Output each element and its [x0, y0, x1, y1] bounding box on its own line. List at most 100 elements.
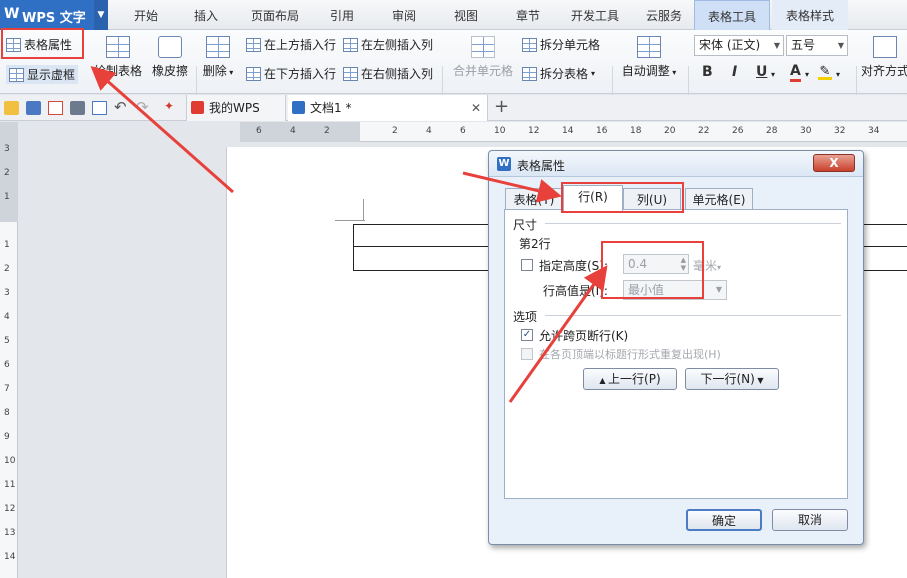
horizontal-ruler[interactable]: 6 4 2 2 4 6 10 12 14 16 18 20 22 26 28 30 32 34 — [240, 122, 907, 142]
tab-references[interactable]: 引用 — [316, 0, 368, 30]
options-section-title: 选项 — [513, 310, 538, 324]
format-brush-icon[interactable]: ✦ — [164, 99, 174, 113]
align-button[interactable]: 对齐方式 — [860, 36, 907, 79]
tab-developer[interactable]: 开发工具 — [562, 0, 628, 30]
arrow-up-icon: ▲ — [599, 376, 609, 385]
font-color-button[interactable]: A — [790, 64, 801, 82]
ruler-number: 6 — [256, 126, 262, 136]
chevron-down-icon[interactable]: ▾ — [771, 70, 775, 79]
chevron-down-icon[interactable]: ▾ — [836, 70, 840, 79]
section-divider — [545, 315, 841, 316]
tab-cloud[interactable]: 云服务 — [634, 0, 694, 30]
section-divider — [545, 223, 841, 224]
insert-below-button[interactable]: 在下方插入行 — [246, 65, 336, 82]
dialog-title: 表格属性 — [517, 159, 566, 173]
tab-table-style[interactable]: 表格样式 — [772, 0, 848, 30]
ruler-number: 22 — [698, 126, 710, 136]
ok-button[interactable]: 确定 — [686, 509, 762, 531]
font-name-select[interactable]: 宋体 (正文) ▼ — [694, 35, 784, 56]
table-properties-button[interactable]: 表格属性 — [6, 36, 72, 53]
undo-icon[interactable]: ↶ — [114, 98, 127, 116]
tab-insert[interactable]: 插入 — [178, 0, 234, 30]
row-height-input[interactable]: 0.4 ▲ ▼ — [623, 254, 689, 274]
insert-col-right-icon — [343, 66, 358, 81]
prev-row-button[interactable]: ▲ 上一行(P) — [583, 368, 677, 390]
tab-section[interactable]: 章节 — [500, 0, 556, 30]
tab-cell[interactable]: 单元格(E) — [685, 188, 753, 210]
tab-review[interactable]: 审阅 — [376, 0, 432, 30]
split-table-button[interactable]: 拆分表格 ▾ — [522, 65, 595, 82]
row-height-mode-select[interactable]: 最小值 ▼ — [623, 280, 727, 300]
draw-table-button[interactable]: 绘制表格 — [90, 36, 146, 79]
auto-fit-button[interactable]: 自动调整 ▾ — [618, 36, 680, 79]
dialog-title-bar[interactable]: W 表格属性 X — [489, 151, 863, 177]
repeat-header-label: 在各页顶端以标题行形式重复出现(H) — [539, 348, 721, 361]
table-properties-dialog: W 表格属性 X 表格(T) 行(R) 列(U) 单元格(E) 尺寸 第2行 指… — [488, 150, 864, 545]
allow-break-checkbox[interactable]: ✓ — [521, 329, 533, 341]
ruler-number: 2 — [392, 126, 398, 136]
merge-cells-button[interactable]: 合并单元格 — [448, 36, 518, 79]
italic-button[interactable]: I — [732, 64, 737, 80]
ruler-number: 11 — [4, 480, 16, 490]
specify-height-label: 指定高度(S): — [539, 259, 609, 273]
split-cells-icon — [522, 37, 537, 52]
show-grid-button[interactable]: 显示虚框 — [6, 65, 79, 84]
delete-button[interactable]: 删除 ▾ — [198, 36, 238, 79]
merge-cells-icon — [471, 36, 495, 58]
preview-icon[interactable] — [92, 101, 107, 115]
eraser-button[interactable]: 橡皮擦 — [148, 36, 192, 79]
tab-view[interactable]: 视图 — [438, 0, 494, 30]
highlight-icon[interactable]: ✎ — [818, 64, 832, 80]
height-unit-label: 毫米 — [693, 259, 718, 273]
app-menu-button[interactable]: W WPS 文字 ▼ — [0, 0, 108, 30]
repeat-header-checkbox[interactable] — [521, 348, 533, 360]
specify-height-checkbox[interactable] — [521, 259, 533, 271]
chevron-down-icon: ▼ — [715, 285, 722, 294]
insert-above-button[interactable]: 在上方插入行 — [246, 36, 336, 53]
insert-left-button[interactable]: 在左侧插入列 — [343, 36, 433, 53]
margin-mark — [335, 220, 365, 221]
redo-icon[interactable]: ↷ — [136, 98, 149, 116]
wps-home-icon — [191, 101, 204, 114]
tab-page-layout[interactable]: 页面布局 — [240, 0, 310, 30]
show-grid-label: 显示虚框 — [27, 68, 76, 82]
auto-fit-icon — [637, 36, 661, 58]
cancel-button[interactable]: 取消 — [772, 509, 848, 531]
bold-button[interactable]: B — [702, 64, 713, 80]
ruler-number: 14 — [562, 126, 574, 136]
tab-table[interactable]: 表格(T) — [505, 188, 563, 210]
new-tab-button[interactable]: + — [494, 96, 509, 117]
doc-tab-current-label: 文档1 * — [310, 101, 352, 115]
next-row-button[interactable]: 下一行(N) ▼ — [685, 368, 779, 390]
close-button[interactable]: X — [813, 154, 855, 172]
ruler-number: 32 — [834, 126, 846, 136]
open-icon[interactable] — [4, 101, 19, 115]
tab-row[interactable]: 行(R) — [563, 185, 623, 211]
height-unit-select[interactable]: 毫米▾ — [693, 257, 721, 274]
doc-tab-home[interactable]: 我的WPS — [186, 95, 286, 121]
chevron-down-icon[interactable]: ▾ — [805, 70, 809, 79]
font-name-value: 宋体 (正文) — [699, 38, 761, 52]
underline-button[interactable]: U — [756, 64, 767, 80]
tab-column[interactable]: 列(U) — [623, 188, 681, 210]
insert-right-button[interactable]: 在右侧插入列 — [343, 65, 433, 82]
chevron-down-icon[interactable]: ▼ — [94, 0, 108, 30]
chevron-down-icon: ▾ — [226, 68, 234, 77]
print-icon[interactable] — [70, 101, 85, 115]
spinner-icon[interactable]: ▲ ▼ — [681, 256, 686, 272]
row-height-mode-label: 行高值是(I): — [543, 284, 608, 298]
save-icon[interactable] — [26, 101, 41, 115]
close-tab-icon[interactable]: ✕ — [471, 95, 481, 121]
ruler-number: 13 — [4, 528, 16, 538]
ruler-number: 26 — [732, 126, 744, 136]
ruler-number: 12 — [528, 126, 540, 136]
doc-tab-current[interactable]: 文档1 * ✕ — [288, 95, 488, 121]
tab-start[interactable]: 开始 — [118, 0, 174, 30]
ruler-number: 4 — [426, 126, 432, 136]
vertical-ruler[interactable]: 3 2 1 1 2 3 4 5 6 7 8 9 10 11 12 13 14 — [0, 122, 18, 578]
split-cells-button[interactable]: 拆分单元格 — [522, 36, 600, 53]
row-height-mode-value: 最小值 — [628, 283, 665, 297]
pdf-icon[interactable] — [48, 101, 63, 115]
font-size-select[interactable]: 五号 ▼ — [786, 35, 848, 56]
tab-table-tools[interactable]: 表格工具 — [694, 0, 770, 30]
